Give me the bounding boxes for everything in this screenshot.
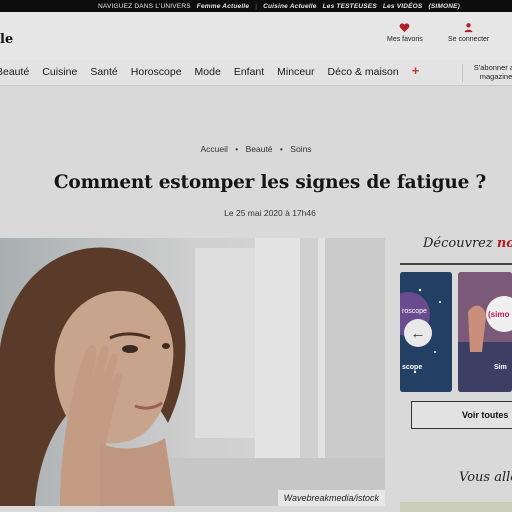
breadcrumb-item-beaute[interactable]: Beauté [246,144,273,154]
simone-card-caption: Sim [494,364,507,371]
site-header: le Mes favoris Se connecter [0,12,512,60]
horoscope-card-caption: scope [402,364,423,371]
woman-portrait-illustration [0,238,385,506]
heart-icon [399,23,410,33]
discover-heading-accent: nos [496,236,512,251]
you-will-heading: Vous allez [459,470,512,485]
breadcrumb-separator: • [279,144,283,154]
nav-item-cuisine[interactable]: Cuisine [42,66,77,78]
nav-list: Beauté Cuisine Santé Horoscope Mode Enfa… [0,64,420,78]
breadcrumb: Accueil • Beauté • Soins [0,144,512,154]
nav-item-beaute[interactable]: Beauté [0,66,29,78]
photo-credit: Wavebreakmedia/istock [277,490,385,506]
nav-item-enfant[interactable]: Enfant [234,66,264,78]
brand-link-videos[interactable]: Les VIDÉOS [383,3,423,10]
site-logo[interactable]: le [0,32,13,47]
brand-link-femme-actuelle[interactable]: Femme Actuelle [197,3,249,10]
discover-heading-prefix: Découvrez [423,236,497,251]
nav-item-horoscope[interactable]: Horoscope [131,66,182,78]
breadcrumb-separator: • [235,144,239,154]
favorites-label: Mes favoris [387,36,423,43]
see-all-button[interactable]: Voir toutes [411,401,512,429]
user-icon [464,23,473,33]
nav-item-deco-maison[interactable]: Déco & maison [328,66,399,78]
subscribe-link[interactable]: S'abonner au magazine [472,63,512,81]
article-hero-image: Wavebreakmedia/istock [0,238,385,506]
universe-banner: NAVIGUEZ DANS L'UNIVERS Femme Actuelle |… [0,0,512,12]
universe-intro: NAVIGUEZ DANS L'UNIVERS [98,2,191,10]
brand-link-testeuses[interactable]: Les TESTEUSES [323,3,377,10]
simone-card-label: (simo [488,310,510,319]
nav-more-plus-icon[interactable]: + [412,64,420,78]
discover-underline [400,263,512,265]
nav-item-sante[interactable]: Santé [90,66,117,78]
simone-card[interactable]: (simo Sim [458,272,512,392]
sidebar-bottom-thumbnail[interactable] [400,502,512,512]
brand-link-simone[interactable]: (SIMONE) [428,3,460,10]
simone-card-image [458,272,512,392]
login-label: Se connecter [448,36,490,43]
nav-divider [462,64,463,82]
breadcrumb-item-accueil[interactable]: Accueil [200,144,227,154]
brand-link-cuisine-actuelle[interactable]: Cuisine Actuelle [263,3,317,10]
carousel-prev-arrow-icon[interactable]: ← [404,319,432,347]
main-navigation: Beauté Cuisine Santé Horoscope Mode Enfa… [0,60,512,86]
horoscope-card-label: roscope [402,308,427,315]
article-date: Le 25 mai 2020 à 17h46 [224,208,316,218]
article-title: Comment estomper les signes de fatigue ? [53,172,487,193]
login-button[interactable]: Se connecter [448,22,489,43]
favorites-button[interactable]: Mes favoris [387,22,423,43]
nav-item-mode[interactable]: Mode [195,66,221,78]
breadcrumb-item-soins[interactable]: Soins [290,144,311,154]
nav-item-minceur[interactable]: Minceur [277,66,314,78]
discover-heading: Découvrez nos [423,236,512,251]
banner-divider: | [255,2,258,10]
